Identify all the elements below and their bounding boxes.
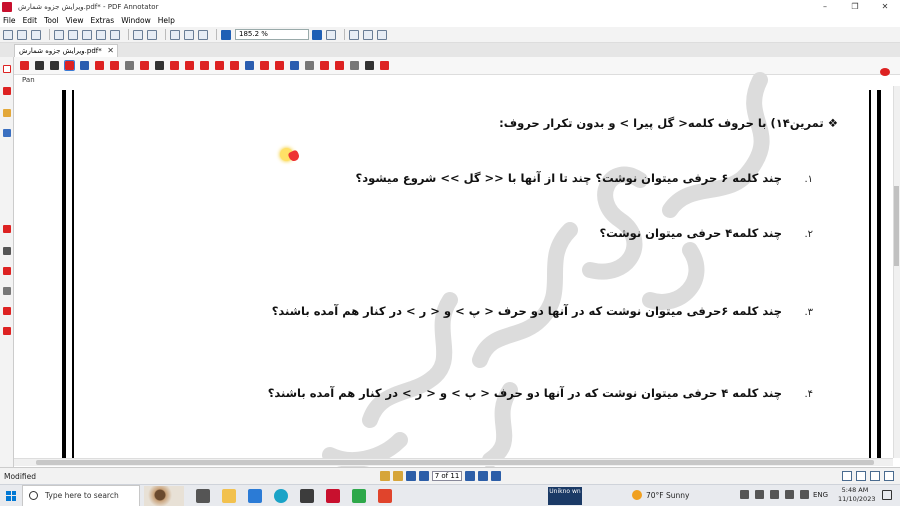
horizontal-scrollbar[interactable] (14, 458, 893, 466)
notifications-icon[interactable] (882, 490, 892, 500)
people-icon[interactable] (740, 490, 749, 499)
status-bar: Modified 7 of 11 (0, 467, 900, 484)
clock-time: 5:48 AM (841, 486, 869, 494)
item-number-3: ۳. (804, 307, 813, 318)
task-view-icon[interactable] (196, 488, 210, 503)
first-page-icon[interactable] (406, 471, 416, 481)
view-mode-buttons (838, 471, 894, 481)
store-icon[interactable] (300, 488, 314, 503)
item-number-2: ۲. (804, 229, 813, 240)
weather-widget[interactable]: 70°F Sunny (632, 490, 689, 500)
document-status: Modified (4, 471, 37, 481)
continuous-view-icon[interactable] (870, 471, 880, 481)
windows-logo-icon (6, 490, 16, 501)
goto-page-icon[interactable] (491, 471, 501, 481)
battery-icon[interactable] (800, 490, 809, 499)
start-button[interactable] (0, 485, 22, 506)
search-highlight-image[interactable] (144, 485, 184, 506)
question-item-2: چند کلمه۴ حرفی میتوان نوشت؟ (599, 226, 782, 240)
last-page-icon[interactable] (478, 471, 488, 481)
question-item-1: چند کلمه ۶ حرفی میتوان نوشت؟ چند تا از آ… (355, 171, 782, 185)
facing-view-icon[interactable] (884, 471, 894, 481)
language-indicator[interactable]: ENG (813, 491, 828, 499)
pdf-annotator-taskbar-icon[interactable] (326, 488, 340, 503)
two-page-view-icon[interactable] (856, 471, 866, 481)
unknown-app-button[interactable]: Unikno wn (548, 487, 582, 505)
item-number-4: ۴. (804, 389, 813, 400)
single-page-view-icon[interactable] (842, 471, 852, 481)
windows-taskbar: Type here to search Unikno wn 70°F Sunny… (0, 484, 900, 506)
question-item-4: چند کلمه ۴ حرفی میتوان نوشت که در آنها د… (267, 386, 782, 400)
clock[interactable]: 5:48 AM 11/10/2023 (838, 486, 876, 504)
recorder-icon[interactable] (378, 488, 392, 503)
history-forward-icon[interactable] (393, 471, 403, 481)
page-number-field[interactable]: 7 of 11 (432, 471, 462, 481)
bullet-icon: ❖ (827, 116, 838, 130)
previous-page-icon[interactable] (419, 471, 429, 481)
chevron-up-icon[interactable] (755, 490, 764, 499)
search-placeholder: Type here to search (45, 491, 119, 500)
camtasia-icon[interactable] (352, 488, 366, 503)
question-item-3: چند کلمه ۶حرفی میتوان نوشت که در آنها دو… (271, 304, 782, 318)
item-number-1: ۱. (804, 174, 813, 185)
taskbar-search[interactable]: Type here to search (22, 484, 140, 506)
heading-text: تمرین۱۴) با حروف کلمه< گل پیرا > و بدون … (499, 116, 824, 130)
network-icon[interactable] (770, 490, 779, 499)
history-back-icon[interactable] (380, 471, 390, 481)
weather-text: 70°F Sunny (646, 490, 690, 500)
exercise-heading: ❖ تمرین۱۴) با حروف کلمه< گل پیرا > و بدو… (499, 116, 838, 130)
sun-icon (632, 490, 642, 500)
system-tray (740, 490, 815, 499)
file-explorer-icon[interactable] (222, 488, 236, 503)
mail-icon[interactable] (248, 488, 262, 503)
page-navigation: 7 of 11 (380, 471, 504, 481)
horizontal-scrollbar-thumb[interactable] (36, 460, 874, 465)
volume-icon[interactable] (785, 490, 794, 499)
edge-browser-icon[interactable] (274, 488, 288, 503)
page-content: ❖ تمرین۱۴) با حروف کلمه< گل پیرا > و بدو… (0, 0, 900, 506)
next-page-icon[interactable] (465, 471, 475, 481)
search-icon (29, 491, 38, 500)
clock-date: 11/10/2023 (838, 495, 876, 503)
